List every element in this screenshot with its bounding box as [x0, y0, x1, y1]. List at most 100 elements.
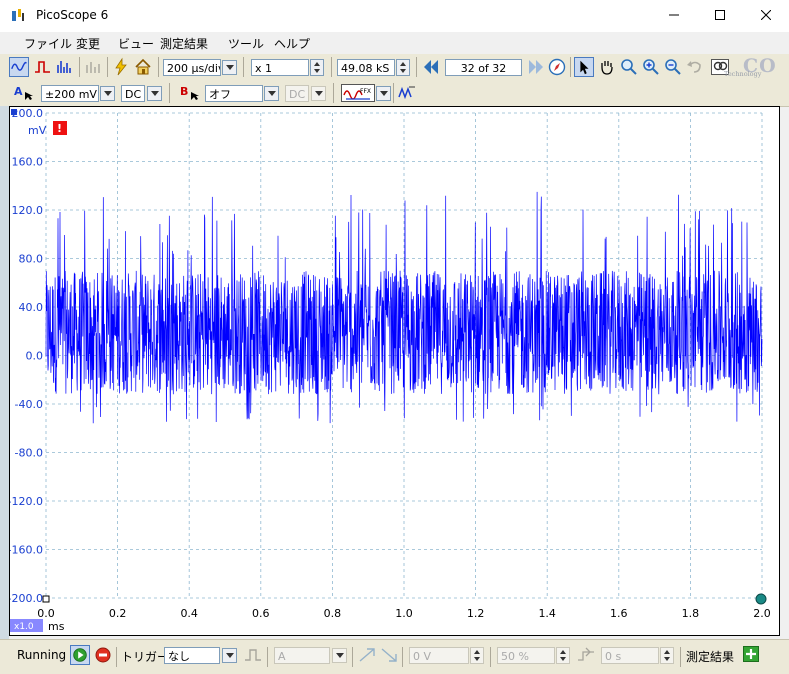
y-tick-label: -120.0 [10, 495, 43, 508]
menu-help[interactable]: ヘルプ [274, 35, 310, 52]
x-tick-label: 0.6 [252, 607, 270, 620]
trigger-threshold-spinner[interactable] [470, 647, 484, 664]
channel-b-range-select[interactable]: オフ [205, 85, 263, 102]
pointer-tool-icon[interactable] [574, 57, 594, 77]
sample-count-field[interactable]: 49.08 kS [337, 59, 395, 76]
scale-badge-text: x1.0 [14, 622, 34, 632]
menu-view[interactable]: ビュー [118, 35, 154, 52]
trigger-source-select[interactable]: A [274, 647, 330, 664]
channel-a-range-select[interactable]: ±200 mV [41, 85, 99, 102]
buffer-position-field[interactable]: 32 of 32 [445, 59, 522, 76]
window-title: PicoScope 6 [36, 8, 109, 22]
channel-options-icon[interactable] [83, 57, 103, 77]
x-axis-unit-label: ms [48, 620, 65, 633]
x-tick-label: 1.2 [467, 607, 485, 620]
x-tick-label: 1.8 [682, 607, 700, 620]
menu-file[interactable]: ファイル [24, 35, 72, 52]
spectrum-mode-icon[interactable] [55, 57, 75, 77]
channel-b-coupling-select[interactable]: DC [285, 85, 309, 102]
pretrigger-field[interactable]: 50 % [497, 647, 555, 664]
oscilloscope-plot[interactable]: 200.0160.0120.080.040.00.0-40.0-80.0-120… [8, 107, 779, 635]
timebase-dropdown-button[interactable] [222, 60, 237, 75]
persistence-mode-icon[interactable] [33, 57, 53, 77]
channel-a-coupling-dropdown[interactable] [147, 86, 162, 101]
undo-zoom-icon[interactable] [685, 57, 705, 77]
trigger-mode-dropdown[interactable] [222, 648, 237, 663]
post-trigger-delay-icon[interactable] [576, 645, 596, 665]
channel-a-label: A [14, 85, 23, 98]
scope-view[interactable]: 200.0 160.0 120.0 80.0 40.0 0.0 -40.0 -80.0 -120… [8, 106, 780, 636]
maximize-icon [715, 10, 725, 20]
start-icon[interactable] [70, 645, 90, 665]
trigger-mode-select[interactable]: なし [164, 647, 220, 664]
x-tick-label: 1.0 [395, 607, 413, 620]
y-tick-label: -160.0 [10, 544, 43, 557]
channel-b-range-dropdown[interactable] [264, 86, 279, 101]
trigger-source-dropdown[interactable] [332, 648, 347, 663]
svg-text:FFX: FFX [360, 88, 371, 95]
menu-bar: ファイル 変更 ビュー 測定結果 ツール ヘルプ [0, 32, 789, 55]
zoom-spinner[interactable] [310, 59, 324, 76]
channel-a-probe-icon[interactable] [24, 91, 34, 101]
math-channels-icon[interactable] [397, 83, 417, 103]
timebase-select[interactable]: 200 µs/div [163, 59, 221, 76]
trigger-label: トリガー [121, 650, 170, 664]
menu-tools[interactable]: ツール [228, 35, 264, 52]
channel-a-range-dropdown[interactable] [100, 86, 115, 101]
pico-logo-subtitle: Technology [724, 70, 762, 78]
rising-edge-icon[interactable] [357, 645, 377, 665]
trigger-marker-icon[interactable] [755, 593, 767, 605]
minimize-button[interactable] [651, 0, 697, 32]
channel-a-offset-marker[interactable] [42, 595, 50, 603]
maximize-button[interactable] [697, 0, 743, 32]
main-toolbar: 200 µs/div x 1 49.08 kS 32 of 32 CO Tech… [0, 54, 789, 82]
y-tick-label: 160.0 [12, 156, 44, 169]
channel-b-probe-icon[interactable] [190, 91, 200, 101]
trigger-threshold-field[interactable]: 0 V [409, 647, 469, 664]
menu-measurements[interactable]: 測定結果 [160, 35, 208, 52]
y-axis-labels: 200.0160.0120.080.040.00.0-40.0-80.0-120… [8, 107, 44, 605]
trigger-delay-spinner[interactable] [660, 647, 674, 664]
pretrigger-spinner[interactable] [556, 647, 570, 664]
falling-edge-icon[interactable] [379, 645, 399, 665]
sample-count-spinner[interactable] [396, 59, 410, 76]
close-button[interactable] [743, 0, 789, 32]
default-setup-home-icon[interactable] [133, 57, 153, 77]
x-tick-label: 2.0 [753, 607, 771, 620]
zoom-field[interactable]: x 1 [251, 59, 309, 76]
x-tick-label: 0.0 [37, 607, 55, 620]
zoom-in-icon[interactable] [641, 57, 661, 77]
buffer-previous-icon[interactable] [421, 57, 441, 77]
signal-generator-icon[interactable]: FFX [341, 84, 375, 102]
channel-a-coupling-select[interactable]: DC [121, 85, 145, 102]
y-tick-label: -40.0 [15, 398, 43, 411]
run-state-label: Running [17, 648, 67, 662]
y-tick-label: 40.0 [19, 301, 44, 314]
menu-edit[interactable]: 変更 [76, 35, 100, 52]
signal-generator-dropdown[interactable] [376, 86, 391, 101]
channel-b-label: B [180, 85, 189, 98]
trigger-delay-field[interactable]: 0 s [601, 647, 659, 664]
channel-b-coupling-dropdown[interactable] [311, 86, 326, 101]
x-axis-labels: 0.0 0.2 0.4 0.6 0.8 1.0 1.2 1.4 1.6 1.8 2.0 [37, 607, 771, 620]
buffer-navigator-icon[interactable] [547, 57, 567, 77]
close-icon [760, 9, 772, 21]
zoom-out-icon[interactable] [663, 57, 683, 77]
x-tick-label: 0.2 [109, 607, 127, 620]
hand-pan-tool-icon[interactable] [597, 57, 617, 77]
auto-setup-icon[interactable] [111, 57, 131, 77]
measurements-label: 測定結果 [686, 650, 735, 664]
scope-mode-icon[interactable] [9, 57, 29, 77]
x-tick-label: 0.8 [324, 607, 342, 620]
y-tick-label: -80.0 [15, 447, 43, 460]
buffer-next-icon[interactable] [526, 57, 546, 77]
y-tick-label: 120.0 [12, 204, 44, 217]
add-measurement-icon[interactable] [743, 646, 759, 662]
y-tick-label: -200.0 [10, 592, 43, 605]
y-tick-label: 80.0 [19, 253, 44, 266]
y-axis-unit-label: mV [28, 124, 47, 137]
zoom-region-icon[interactable] [619, 57, 639, 77]
advanced-trigger-icon[interactable] [243, 645, 263, 665]
stop-icon[interactable] [93, 645, 113, 665]
title-bar: PicoScope 6 [0, 0, 789, 32]
